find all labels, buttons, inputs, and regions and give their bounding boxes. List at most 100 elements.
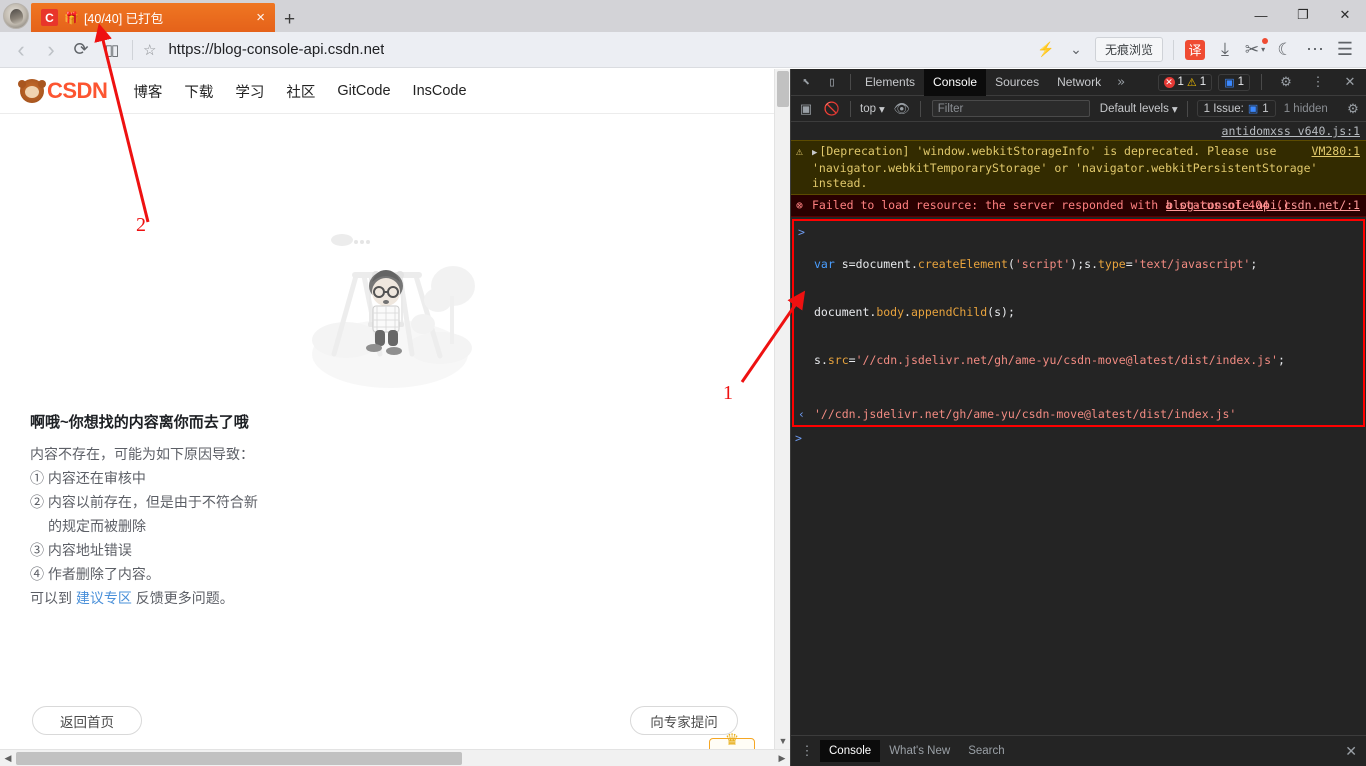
feedback-prefix: 可以到	[30, 590, 76, 606]
tab-elements[interactable]: Elements	[856, 69, 924, 96]
close-devtools-icon[interactable]: ✕	[1337, 69, 1363, 95]
page-vertical-scrollbar[interactable]: ▲ ▼	[774, 69, 790, 749]
console-source-header: antidomxss v640.js:1	[791, 122, 1366, 140]
console-prompt-row[interactable]: >	[791, 427, 1366, 449]
device-toolbar-icon[interactable]: ▯	[819, 69, 845, 95]
incognito-badge[interactable]: 无痕浏览	[1094, 37, 1163, 62]
live-expression-icon[interactable]: 👁	[889, 96, 915, 122]
page-horizontal-scrollbar[interactable]: ◀ ▶	[0, 749, 790, 766]
console-warning-message[interactable]: ⚠ ▶ [Deprecation] 'window.webkitStorageIn…	[791, 140, 1366, 195]
annotation-number-2: 2	[136, 214, 146, 236]
screen: C 🎁 [40/40] 已打包 × + — ❐ ✕ ‹ › ⟳ ▯▯ ☆ htt…	[0, 0, 1366, 766]
maximize-button[interactable]: ❐	[1282, 0, 1324, 30]
vertical-scroll-thumb[interactable]	[777, 71, 789, 107]
console-settings-icon[interactable]: ⚙	[1340, 96, 1366, 122]
issues-badge[interactable]: 1 Issue: ▣ 1	[1196, 100, 1276, 117]
translate-icon[interactable]: 译	[1180, 35, 1210, 65]
error-reason-1: ① 内容还在审核中	[30, 470, 146, 486]
chevron-down-icon[interactable]: ⌄	[1061, 35, 1091, 65]
scroll-left-icon[interactable]: ◀	[0, 750, 16, 766]
tab-favicon: C	[41, 9, 58, 26]
error-reason-2-cont: 的规定而被删除	[48, 518, 146, 534]
console-sidebar-icon[interactable]: ▣	[793, 96, 819, 122]
console-log-area[interactable]: antidomxss v640.js:1 ⚠ ▶ [Deprecation] 'w…	[791, 122, 1366, 732]
tab-close-icon[interactable]: ×	[252, 9, 269, 26]
back-icon[interactable]: ‹	[6, 35, 36, 65]
browser-toolbar: ‹ › ⟳ ▯▯ ☆ https://blog-console-api.csdn…	[0, 32, 1366, 68]
new-tab-button[interactable]: +	[275, 10, 304, 32]
menu-icon[interactable]: ☰	[1330, 35, 1360, 65]
drawer-more-icon[interactable]: ⋮	[794, 738, 820, 764]
console-source-link[interactable]: antidomxss v640.js:1	[1222, 124, 1360, 138]
drawer-tab-search[interactable]: Search	[959, 740, 1013, 762]
monkey-face	[25, 86, 39, 98]
toolbar-right-actions: ⚡ ⌄ 无痕浏览 译 ⤓ ✂ ▾ ☾ ⋯ ☰	[1031, 35, 1360, 65]
error-source: blog-console-api.csdn.net/:1	[1166, 198, 1360, 213]
error-reason-3: ③ 内容地址错误	[30, 542, 132, 558]
clear-console-icon[interactable]: 🚫	[819, 96, 845, 122]
message-count-group[interactable]: ▣ 1	[1218, 73, 1250, 91]
address-bar[interactable]: ☆ https://blog-console-api.csdn.net	[139, 35, 1031, 65]
notification-dot	[1262, 37, 1268, 44]
scroll-right-icon[interactable]: ▶	[774, 750, 790, 766]
devtools-divider-2	[1261, 74, 1262, 90]
screenshot-scissors-icon[interactable]: ✂ ▾	[1240, 35, 1270, 65]
nav-item-inscode[interactable]: InsCode	[413, 83, 467, 99]
console-output-value: '//cdn.jsdelivr.net/gh/ame-yu/csdn-move@…	[814, 407, 1237, 421]
execution-context-select[interactable]: top ▾	[856, 102, 889, 116]
drawer-tab-whats-new[interactable]: What's New	[880, 740, 959, 762]
csdn-nav: 博客 下载 学习 社区 GitCode InsCode	[133, 81, 488, 102]
error-warning-counts[interactable]: ✕ 1 ⚠ 1	[1157, 73, 1213, 91]
warning-source-link[interactable]: VM280:1	[1312, 144, 1360, 158]
issues-icon: ▣	[1247, 103, 1259, 115]
nav-item-download[interactable]: 下载	[184, 81, 213, 102]
annotation-number-1: 1	[723, 382, 733, 404]
warning-text: [Deprecation] 'window.webkitStorageInfo'…	[812, 144, 1318, 190]
drawer-close-icon[interactable]: ✕	[1345, 743, 1366, 760]
flash-icon[interactable]: ⚡	[1031, 35, 1061, 65]
more-icon[interactable]: ⋯	[1300, 35, 1330, 65]
drawer-tab-console[interactable]: Console	[820, 740, 881, 762]
nav-item-gitcode[interactable]: GitCode	[337, 83, 390, 99]
inspect-element-icon[interactable]: ⬉	[793, 69, 819, 95]
crown-icon: ♛	[724, 732, 740, 749]
scroll-down-icon[interactable]: ▼	[775, 733, 791, 749]
tab-sources[interactable]: Sources	[986, 69, 1048, 96]
minimize-button[interactable]: —	[1240, 0, 1282, 30]
expand-arrow-icon[interactable]: ▶	[812, 148, 817, 158]
horizontal-scroll-thumb[interactable]	[16, 752, 462, 765]
ask-expert-button[interactable]: 向专家提问	[630, 706, 738, 735]
dark-mode-icon[interactable]: ☾	[1270, 35, 1300, 65]
toolbar-divider	[132, 39, 133, 60]
bookmark-star-icon[interactable]: ☆	[143, 41, 156, 59]
browser-tab[interactable]: C 🎁 [40/40] 已打包 ×	[31, 3, 275, 32]
profile-avatar[interactable]	[3, 3, 29, 29]
more-tabs-icon[interactable]: »	[1110, 75, 1132, 90]
reload-icon[interactable]: ⟳	[66, 35, 96, 65]
tab-console[interactable]: Console	[924, 68, 987, 96]
more-options-icon[interactable]: ⋮	[1305, 69, 1331, 95]
console-output-entry[interactable]: ‹ '//cdn.jsdelivr.net/gh/ame-yu/csdn-mov…	[794, 403, 1363, 425]
error-title: 啊哦~你想找的内容离你而去了哦	[30, 414, 249, 431]
nav-item-learn[interactable]: 学习	[235, 81, 264, 102]
tab-network[interactable]: Network	[1048, 69, 1110, 96]
console-error-message[interactable]: ⊗ Failed to load resource: the server re…	[791, 195, 1366, 217]
message-count: 1	[1237, 76, 1244, 88]
forward-icon[interactable]: ›	[36, 35, 66, 65]
csdn-logo[interactable]: CSDN	[18, 78, 108, 104]
reader-mode-icon[interactable]: ▯▯	[96, 35, 126, 65]
highlighted-console-entry: > var s=document.createElement('script')…	[792, 219, 1365, 427]
feedback-link[interactable]: 建议专区	[76, 590, 132, 606]
nav-item-community[interactable]: 社区	[286, 81, 315, 102]
gear-icon[interactable]: ⚙	[1273, 69, 1299, 95]
console-input-entry[interactable]: > var s=document.createElement('script')…	[794, 221, 1363, 403]
back-home-button[interactable]: 返回首页	[32, 706, 142, 735]
console-filter-input[interactable]: Filter	[931, 100, 1090, 117]
issues-count: 1	[1262, 102, 1269, 115]
download-icon[interactable]: ⤓	[1210, 35, 1240, 65]
log-levels-select[interactable]: Default levels ▾	[1096, 102, 1182, 116]
chevron-down-icon-2: ▾	[1171, 103, 1178, 116]
nav-item-blog[interactable]: 博客	[133, 81, 162, 102]
error-source-link[interactable]: blog-console-api.csdn.net/:1	[1166, 198, 1360, 212]
close-window-button[interactable]: ✕	[1324, 0, 1366, 30]
